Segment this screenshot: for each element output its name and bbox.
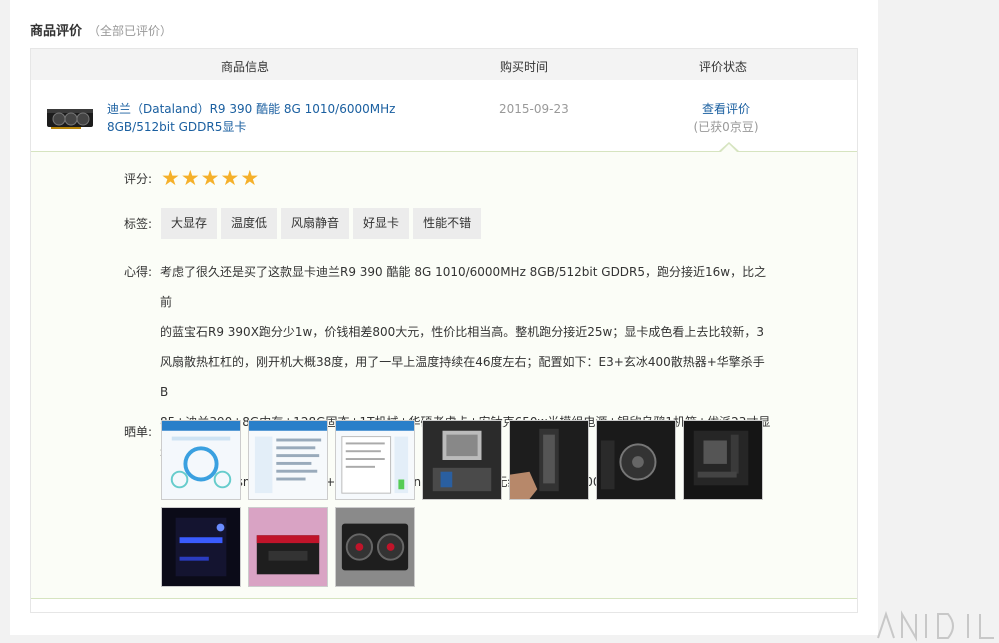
photo-thumbnail[interactable]: [248, 420, 328, 500]
points-note: (已获0京豆): [693, 120, 759, 134]
purchase-date: 2015-09-23: [499, 102, 569, 116]
header-purchase-time: 购买时间: [500, 60, 549, 74]
photo-thumbnail[interactable]: [596, 420, 676, 500]
photo-thumbnail[interactable]: [161, 507, 241, 587]
product-name-line2: 8GB/512bit GDDR5显卡: [107, 120, 247, 134]
view-review-link[interactable]: 查看评价: [681, 100, 771, 118]
experience-label: 心得:: [124, 265, 153, 279]
section-title: 商品评价 （全部已评价）: [30, 20, 172, 39]
score-label: 评分:: [124, 172, 153, 186]
tag-item: 风扇静音: [281, 208, 350, 239]
tag-list: 大显存 温度低 风扇静音 好显卡 性能不错: [161, 208, 485, 239]
product-name-link[interactable]: 迪兰（Dataland）R9 390 酷能 8G 1010/6000MHz 8G…: [107, 100, 407, 136]
star-icon: ★: [180, 166, 200, 190]
experience-line: 风扇散热杠杠的，刚开机大概38度，用了一早上温度持续在46度左右；配置如下：E3…: [160, 355, 765, 399]
star-icon: ★: [240, 166, 260, 190]
header-review-status: 评价状态: [699, 60, 748, 74]
photo-thumbnail[interactable]: [248, 507, 328, 587]
section-title-text: 商品评价: [30, 24, 83, 39]
review-status: 查看评价 (已获0京豆): [681, 100, 771, 136]
pointer-arrow-inner: [721, 144, 737, 152]
rating-stars: ★★★★★: [161, 166, 260, 190]
photo-thumbnail[interactable]: [509, 420, 589, 500]
tag-item: 大显存: [161, 208, 218, 239]
tags-label: 标签:: [124, 217, 153, 231]
watermark-logo: [877, 610, 994, 642]
photo-thumbnail[interactable]: [422, 420, 502, 500]
star-icon: ★: [220, 166, 240, 190]
review-panel: 商品评价 （全部已评价） 商品信息 购买时间 评价状态 迪兰（Dataland）R…: [10, 0, 878, 635]
product-thumbnail[interactable]: [45, 103, 95, 133]
photo-thumbnail[interactable]: [683, 420, 763, 500]
photo-thumbnail[interactable]: [161, 420, 241, 500]
review-table: 商品信息 购买时间 评价状态 迪兰（Dataland）R9 390 酷能 8G …: [30, 48, 858, 613]
tag-item: 性能不错: [413, 208, 482, 239]
star-icon: ★: [161, 166, 180, 190]
star-icon: ★: [200, 166, 220, 190]
experience-line: 考虑了很久还是买了这款显卡迪兰R9 390 酷能 8G 1010/6000MHz…: [160, 265, 767, 309]
experience-line: 的蓝宝石R9 390X跑分少1w，价钱相差800大元，性价比相当高。整机跑分接近…: [160, 325, 764, 339]
product-name-line1: 迪兰（Dataland）R9 390 酷能 8G 1010/6000MHz: [107, 102, 396, 116]
photo-thumbnail[interactable]: [335, 507, 415, 587]
tag-item: 温度低: [221, 208, 278, 239]
section-subtitle: （全部已评价）: [88, 24, 173, 38]
tag-item: 好显卡: [353, 208, 410, 239]
photos-label: 晒单:: [124, 425, 153, 439]
header-product-info: 商品信息: [221, 60, 270, 74]
table-header: 商品信息 购买时间 评价状态: [31, 49, 857, 80]
photo-thumbnail[interactable]: [335, 420, 415, 500]
